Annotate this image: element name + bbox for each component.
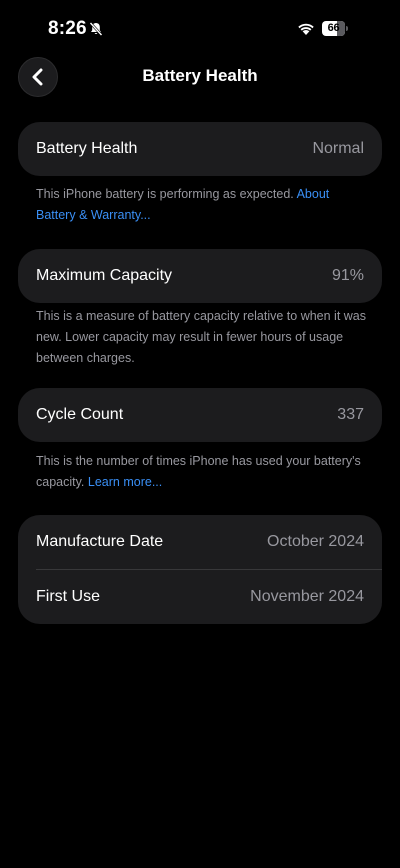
manufacture-date-label: Manufacture Date [36, 533, 164, 550]
dates-card: Manufacture Date October 2024 First Use … [18, 515, 382, 624]
cycle-count-label: Cycle Count [36, 406, 124, 423]
learn-more-link[interactable]: Learn more... [88, 475, 162, 489]
cycle-count-note-text: This is the number of times iPhone has u… [36, 454, 361, 489]
battery-health-card: Battery Health Normal [18, 122, 382, 176]
battery-icon: 66 [322, 21, 350, 36]
first-use-value: November 2024 [250, 588, 364, 605]
battery-health-note: This iPhone battery is performing as exp… [36, 184, 366, 226]
battery-health-label: Battery Health [36, 140, 138, 157]
manufacture-date-row: Manufacture Date October 2024 [18, 515, 382, 569]
status-time: 8:26 [48, 18, 87, 39]
manufacture-date-value: October 2024 [267, 533, 364, 550]
status-bar: 8:26 66 [0, 0, 400, 56]
cycle-count-value: 337 [337, 406, 364, 423]
battery-body: 66 [322, 21, 345, 36]
maximum-capacity-value: 91% [331, 267, 364, 284]
battery-health-note-text: This iPhone battery is performing as exp… [36, 187, 294, 201]
battery-level: 66 [327, 22, 340, 34]
wifi-icon [296, 20, 316, 36]
battery-health-row: Battery Health Normal [18, 122, 382, 176]
maximum-capacity-row: Maximum Capacity 91% [18, 249, 382, 303]
first-use-label: First Use [36, 588, 100, 605]
page-title: Battery Health [142, 66, 258, 85]
battery-tip [346, 26, 348, 31]
first-use-row: First Use November 2024 [18, 570, 382, 624]
bell-slash-icon [88, 21, 104, 37]
maximum-capacity-card: Maximum Capacity 91% [18, 249, 382, 303]
maximum-capacity-label: Maximum Capacity [36, 267, 173, 284]
cycle-count-note: This is the number of times iPhone has u… [36, 451, 366, 493]
cycle-count-card: Cycle Count 337 [18, 388, 382, 442]
cycle-count-row: Cycle Count 337 [18, 388, 382, 442]
maximum-capacity-note: This is a measure of battery capacity re… [36, 309, 367, 365]
battery-health-value: Normal [312, 140, 364, 157]
